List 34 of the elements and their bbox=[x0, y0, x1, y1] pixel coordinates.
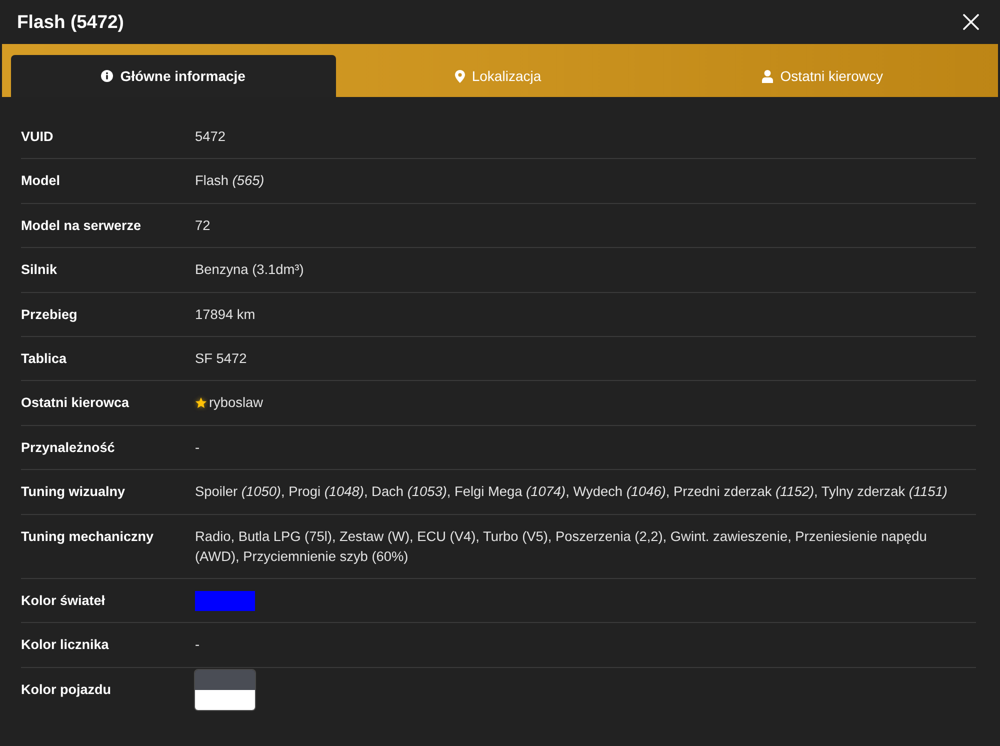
map-pin-icon bbox=[454, 70, 465, 82]
field-value: 72 bbox=[195, 216, 210, 235]
field-label: Kolor pojazdu bbox=[21, 680, 112, 699]
field-label: Ostatni kierowca bbox=[21, 394, 130, 412]
field-label: Kolor świateł bbox=[21, 592, 106, 610]
field-label: Model na serwerze bbox=[21, 216, 142, 235]
field-label: Tablica bbox=[21, 350, 68, 368]
field-value: Flash (565) bbox=[195, 172, 264, 190]
field-label: Tuning wizualny bbox=[21, 483, 126, 502]
field-label: Tuning mechaniczny bbox=[21, 528, 155, 546]
field-value: Radio, Butla LPG (75l), Zestaw (W), ECU (V4), Turbo (V5), Poszerzenia (2,2), Gwint. zawieszenie, Przeniesienie napędu (AWD), Przyciemnienie szyb (60%) bbox=[195, 528, 928, 566]
field-value: 5472 bbox=[195, 128, 226, 146]
field-value: Benzyna (3.1dm³) bbox=[195, 261, 304, 280]
field-value: - bbox=[195, 438, 200, 457]
player-name: ryboslaw bbox=[209, 394, 264, 412]
info-icon bbox=[101, 70, 114, 82]
field-label: Kolor licznika bbox=[21, 636, 110, 654]
tab[interactable]: Ostatni kierowcy bbox=[660, 55, 985, 97]
tab[interactable]: Lokalizacja bbox=[336, 55, 660, 97]
close-icon bbox=[963, 14, 979, 30]
close-button[interactable] bbox=[962, 13, 980, 31]
person-icon bbox=[762, 70, 774, 82]
tab[interactable]: Główne informacje bbox=[11, 55, 336, 97]
window-title: Flash (5472) bbox=[17, 11, 124, 33]
field-value: SF 5472 bbox=[195, 350, 247, 368]
field-label: Silnik bbox=[21, 261, 58, 280]
field-value: 17894 km bbox=[195, 306, 256, 324]
field-label: Model bbox=[21, 172, 61, 190]
field-label: Przebieg bbox=[21, 306, 78, 324]
field-value: - bbox=[195, 636, 200, 654]
star-icon bbox=[195, 397, 207, 410]
field-label: VUID bbox=[21, 128, 54, 146]
field-value: Spoiler (1050), Progi (1048), Dach (1053), Felgi Mega (1074), Wydech (1046), Przedni zderzak (1152), Tylny zderzak (1151) bbox=[195, 483, 948, 502]
field-label: Przynależność bbox=[21, 438, 116, 457]
